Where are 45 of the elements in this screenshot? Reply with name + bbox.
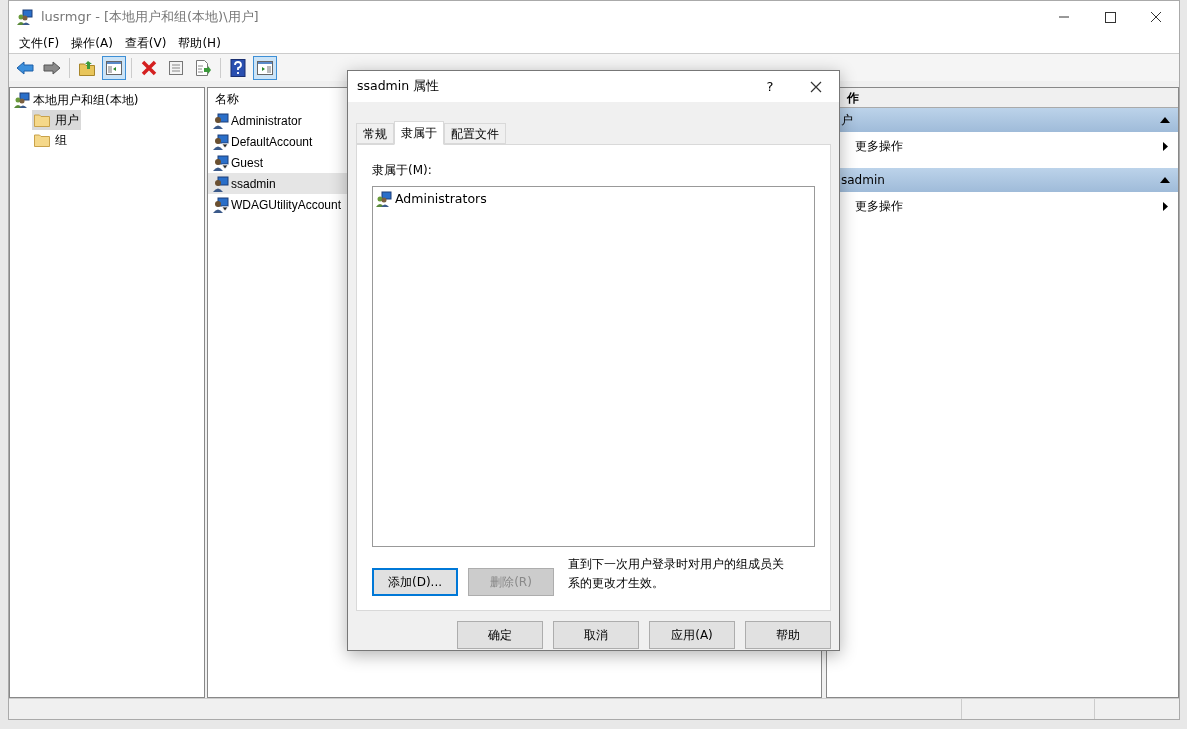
dialog-button[interactable]: 取消 [553,621,639,649]
tree-item[interactable]: 本地用户和组(本地) [33,91,139,109]
submenu-arrow-icon [1163,201,1168,211]
tree-item[interactable]: 组 [32,130,69,150]
pane-title: 作 [847,89,859,107]
menu-item[interactable]: 查看(V) [118,33,173,52]
dialog-button[interactable]: 确定 [457,621,543,649]
note-text: 直到下一次用户登录时对用户的组成员关系的更改才生效。 [568,556,785,592]
action-item[interactable]: 更多操作 [855,137,1163,155]
dialog-title: ssadmin 属性 [357,77,441,96]
tree-item[interactable]: 用户 [32,110,81,130]
collapse-icon[interactable] [1160,117,1170,123]
folder-icon [34,133,50,147]
window-title: lusrmgr - [本地用户和组(本地)\用户] [41,7,259,26]
dialog-button[interactable]: 添加(D)... [372,568,458,596]
column-header[interactable]: 名称 [215,90,239,108]
submenu-arrow-icon [1163,141,1168,151]
action-item[interactable]: 更多操作 [855,197,1163,215]
user-icon [213,175,229,192]
field-label: 隶属于(M): [372,162,433,179]
group-icon [376,191,392,207]
member-list[interactable]: Administrators [372,186,815,547]
collapse-icon[interactable] [1160,177,1170,183]
menu-item[interactable]: 文件(F) [13,33,66,52]
list-row[interactable]: ssadmin [208,173,348,194]
disabled-user-icon [213,196,229,213]
help-button[interactable]: ? [747,76,793,97]
folder-icon [34,113,50,127]
list-item[interactable]: Administrators [395,189,487,209]
disabled-user-icon [213,154,229,171]
tab[interactable]: 隶属于 [394,121,444,145]
menu-item[interactable]: 操作(A) [65,33,119,52]
tab[interactable]: 常规 [356,123,394,144]
list-row[interactable]: Administrator [208,110,348,131]
dialog-button[interactable]: 应用(A) [649,621,735,649]
group-icon [17,8,33,25]
user-icon [213,112,229,129]
dialog-button[interactable]: 帮助 [745,621,831,649]
tab[interactable]: 配置文件 [444,123,506,144]
group-icon [14,92,30,108]
menu-item[interactable]: 帮助(H) [172,33,227,52]
disabled-user-icon [213,133,229,150]
list-row[interactable]: DefaultAccount [208,131,348,152]
list-row[interactable]: WDAGUtilityAccount [208,194,348,215]
list-row[interactable]: Guest [208,152,348,173]
